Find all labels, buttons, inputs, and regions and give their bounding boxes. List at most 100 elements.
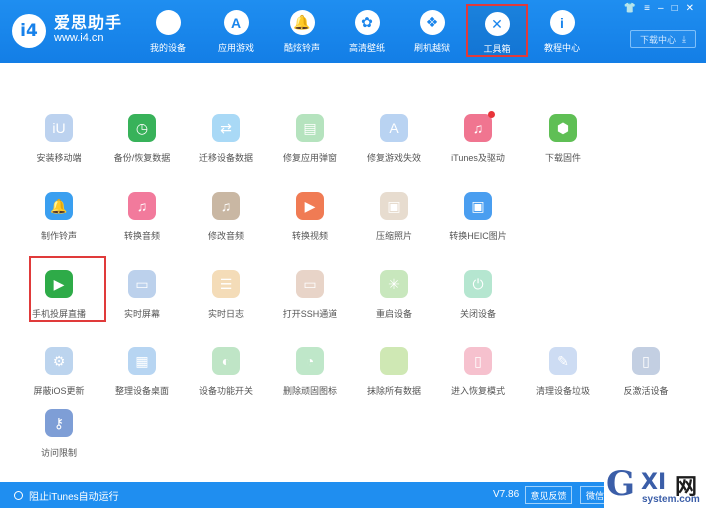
tool-glyph: ◷ <box>135 119 149 136</box>
tool-label: 反激活设备 <box>623 386 669 396</box>
tool-itunes[interactable]: ♫ iTunes及驱动 <box>436 111 520 178</box>
tool-firmware-box[interactable]: ⬢ 下载固件 <box>521 114 605 178</box>
tool-delete-icon[interactable]: ◔ 删除顽固图标 <box>268 347 352 411</box>
tool-repair-game[interactable]: A 修复游戏失效 <box>352 114 436 178</box>
block-itunes-autorun-toggle[interactable]: 阻止iTunes自动运行 <box>14 488 119 503</box>
migrate-icon: ⇄ <box>212 114 240 142</box>
tool-restart[interactable]: ✳ 重启设备 <box>352 270 436 334</box>
app-logo[interactable]: i4 爱思助手 www.i4.cn <box>12 14 122 48</box>
nav-label: 工具箱 <box>483 44 511 54</box>
tool-audio-convert[interactable]: ♫ 转换音频 <box>100 192 184 256</box>
tool-label: 迁移设备数据 <box>198 153 253 163</box>
tool-glyph: ▯ <box>642 352 650 369</box>
erase-apple-icon <box>380 347 408 375</box>
tool-audio-edit[interactable]: ♫ 修改音频 <box>184 192 268 256</box>
tool-clean-broom[interactable]: ✎ 清理设备垃圾 <box>521 347 605 411</box>
tool-backup-clock[interactable]: ◷ 备份/恢复数据 <box>100 114 184 178</box>
info-icon: i <box>549 10 575 35</box>
deactivate-icon: ▯ <box>632 347 660 375</box>
apple-icon <box>155 10 181 35</box>
nav-app-store[interactable]: A 应用游戏 <box>205 0 267 63</box>
desktop-grid-icon: ▦ <box>128 347 156 375</box>
tool-label: 转换音频 <box>123 231 160 241</box>
tool-realtime-log[interactable]: ☰ 实时日志 <box>184 270 268 334</box>
tool-glyph: ♫ <box>136 198 148 214</box>
flower-icon: ✿ <box>354 10 380 35</box>
tool-toggle[interactable]: ◐ 设备功能开关 <box>184 347 268 411</box>
tool-repair-popup[interactable]: ▤ 修复应用弹窗 <box>268 114 352 178</box>
radio-circle-icon <box>14 491 23 500</box>
tool-glyph: ♫ <box>220 198 232 214</box>
app-name: 爱思助手 <box>54 15 123 32</box>
nav-flower[interactable]: ✿ 高清壁纸 <box>336 0 398 63</box>
firmware-box-icon: ⬢ <box>549 114 577 142</box>
tool-restriction-key[interactable]: ⚷ 访问限制 <box>17 409 101 473</box>
feedback-button[interactable]: 意见反馈 <box>525 486 572 504</box>
i4-app-icon: iU <box>45 114 73 142</box>
tool-glyph: ▭ <box>303 275 317 292</box>
tool-ssh-terminal[interactable]: ▭ 打开SSH通道 <box>268 270 352 334</box>
tool-glyph: ▣ <box>471 197 485 214</box>
tool-i4-app[interactable]: iU 安装移动端 <box>17 114 101 178</box>
tool-erase-apple[interactable]: 抹除所有数据 <box>352 347 436 411</box>
watermark-url: system.com <box>642 494 700 505</box>
tool-glyph: ⇄ <box>220 119 232 136</box>
download-center-button[interactable]: 下载中心 ⤓ <box>630 30 696 48</box>
realtime-log-icon: ☰ <box>212 270 240 298</box>
status-bar: 阻止iTunes自动运行 V7.86 意见反馈 微信公众号 <box>0 482 706 508</box>
audio-convert-icon: ♫ <box>128 192 156 220</box>
minimize-icon[interactable]: – <box>658 3 664 14</box>
tool-glyph: ▶ <box>304 197 316 214</box>
tool-compress-photo[interactable]: ▣ 压缩照片 <box>352 192 436 256</box>
tool-glyph: ⚙ <box>52 352 66 369</box>
close-icon[interactable]: ✕ <box>686 3 694 14</box>
skin-icon[interactable]: 👕 <box>624 3 636 14</box>
tool-glyph: ⬢ <box>556 119 570 136</box>
notification-dot <box>488 111 495 118</box>
backup-clock-icon: ◷ <box>128 114 156 142</box>
nav-label: 高清壁纸 <box>348 43 385 53</box>
tool-glyph: ✎ <box>557 352 569 369</box>
tool-desktop-grid[interactable]: ▦ 整理设备桌面 <box>100 347 184 411</box>
tool-glyph: iU <box>52 120 66 136</box>
nav-label: 教程中心 <box>543 43 580 53</box>
tool-label: 转换HEIC图片 <box>449 231 507 241</box>
tool-label: 清理设备垃圾 <box>535 386 590 396</box>
tool-label: 备份/恢复数据 <box>113 153 171 163</box>
tool-glyph: ☰ <box>219 275 233 292</box>
gxi-watermark: G XI 网 system.com <box>604 464 706 508</box>
nav-bell[interactable]: 🔔 酷炫铃声 <box>271 0 333 63</box>
tool-recovery-mode[interactable]: ▯ 进入恢复模式 <box>436 347 520 411</box>
nav-dropbox[interactable]: ❖ 刷机越狱 <box>401 0 463 63</box>
nav-tools[interactable]: ✕ 工具箱 <box>466 4 528 57</box>
tool-heic-convert[interactable]: ▣ 转换HEIC图片 <box>436 192 520 256</box>
top-bar: i4 爱思助手 www.i4.cn 我的设备 A 应用游戏 🔔 酷炫铃声 ✿ 高清壁纸 ❖ 刷机… <box>0 0 706 63</box>
tool-glyph: A <box>389 120 399 136</box>
dropbox-icon: ❖ <box>419 10 445 35</box>
tool-label: 打开SSH通道 <box>282 309 338 319</box>
tool-video-convert[interactable]: ▶ 转换视频 <box>268 192 352 256</box>
tool-realtime-screen[interactable]: ▭ 实时屏幕 <box>100 270 184 334</box>
tool-glyph: ▯ <box>474 352 482 369</box>
tool-glyph: ▭ <box>135 275 149 292</box>
tool-label: 整理设备桌面 <box>114 386 169 396</box>
tool-power[interactable]: ⏻ 关闭设备 <box>436 270 520 334</box>
download-center-label: 下载中心 <box>640 34 677 45</box>
maximize-icon[interactable]: □ <box>672 3 678 14</box>
tool-label: 关闭设备 <box>459 309 496 319</box>
watermark-xi: XI <box>641 470 667 495</box>
ringtone-bell-icon: 🔔 <box>45 192 73 220</box>
nav-label: 酷炫铃声 <box>283 43 320 53</box>
tool-block-update[interactable]: ⚙ 屏蔽iOS更新 <box>17 347 101 411</box>
nav-apple[interactable]: 我的设备 <box>137 0 199 63</box>
tool-glyph: ✳ <box>388 275 400 292</box>
tool-deactivate[interactable]: ▯ 反激活设备 <box>604 347 688 411</box>
tool-glyph: 🔔 <box>50 197 68 214</box>
menu-icon[interactable]: ≡ <box>644 3 650 14</box>
nav-info[interactable]: i 教程中心 <box>531 0 593 63</box>
compress-photo-icon: ▣ <box>380 192 408 220</box>
tool-label: 压缩照片 <box>375 231 412 241</box>
tool-migrate[interactable]: ⇄ 迁移设备数据 <box>184 114 268 178</box>
tool-ringtone-bell[interactable]: 🔔 制作铃声 <box>17 192 101 256</box>
tool-label: 访问限制 <box>40 448 77 458</box>
